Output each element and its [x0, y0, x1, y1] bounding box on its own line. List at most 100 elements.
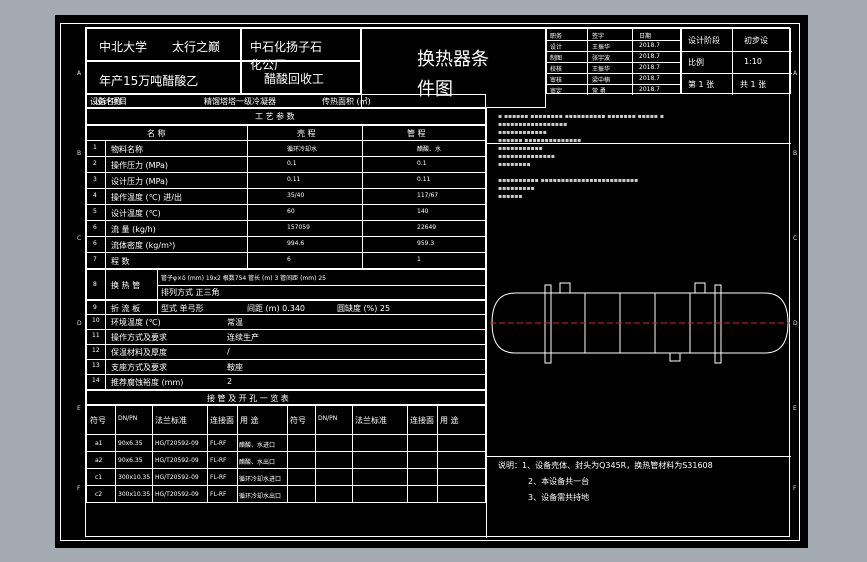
- nozzle-col-header: 连接面: [210, 416, 234, 425]
- nozzle-dn: 300x10.35: [118, 474, 151, 481]
- nozzle-row: a1 90x6.35 HG/T20592-09 FL-RF 醋酸、水进口: [86, 435, 486, 452]
- param-shell: 循环冷却水: [287, 146, 318, 153]
- school-name: 中北大学: [99, 40, 148, 54]
- param-tube: 0.1: [417, 160, 427, 167]
- param-tube: 959.3: [417, 240, 435, 247]
- misc-value: 连续生产: [227, 333, 259, 342]
- note-item: 2、本设备共一台: [528, 477, 590, 486]
- baffle-type: 型式 单弓形: [161, 304, 204, 313]
- nozzle-col-header: DN/PN: [118, 415, 138, 422]
- param-row: 5 设计温度 (℃) 60 140: [86, 205, 486, 221]
- nozzle-face: FL-RF: [210, 491, 227, 498]
- param-no: 1: [93, 144, 97, 151]
- param-tube: 22649: [417, 224, 437, 231]
- nozzle-std: HG/T20592-09: [155, 474, 199, 481]
- nozzle-row: c1 300x10.35 HG/T20592-09 FL-RF 循环冷却水进口: [86, 469, 486, 486]
- note-item: 3、设备需共持地: [528, 493, 590, 502]
- sheet-label: 第 1 张: [688, 80, 715, 89]
- nozzle-col-header: 连接面: [410, 416, 434, 425]
- zone-letter-left-c: C: [77, 235, 82, 242]
- scale-value: 1:10: [744, 57, 762, 66]
- nozzle-use: 醋酸、水出口: [239, 459, 276, 466]
- signature-date: 2018.7: [639, 42, 660, 49]
- param-tube: 1: [417, 256, 421, 263]
- col-name: 名 称: [147, 129, 166, 138]
- nozzle-col-header: 用 途: [440, 416, 459, 425]
- signature-date: 2018.7: [639, 86, 660, 93]
- misc-name: 环境温度 (℃): [111, 318, 161, 327]
- zone-letter-right-b: B: [793, 150, 798, 157]
- total-label: 共 1 张: [740, 80, 767, 89]
- nozzle-row: c2 300x10.35 HG/T20592-09 FL-RF 循环冷却水出口: [86, 486, 486, 503]
- param-tube: 0.11: [417, 176, 431, 183]
- nozzle-use: 循环冷却水进口: [239, 476, 282, 483]
- nozzle-dn: 90x6.35: [118, 440, 143, 447]
- stage-label: 设计阶段: [688, 36, 720, 45]
- signature-date: 2018.7: [639, 53, 660, 60]
- zone-letter-right-e: E: [793, 405, 797, 412]
- param-shell: 0.11: [287, 176, 301, 183]
- param-row: 6 流体密度 (kg/m³) 994.6 959.3: [86, 237, 486, 253]
- signature-role: 校核: [550, 66, 563, 73]
- misc-name: 推荐腐蚀裕度 (mm): [111, 378, 184, 387]
- misc-value: 2: [227, 377, 233, 386]
- param-name: 流体密度 (kg/m³): [111, 241, 176, 250]
- nozzle-dn: 300x10.35: [118, 491, 151, 498]
- param-no: 4: [93, 192, 97, 199]
- process-col-header: 名 称 壳 程 管 程: [86, 125, 486, 141]
- misc-row: 12 保温材料及厚度 /: [86, 345, 486, 360]
- col-tube: 管 程: [407, 129, 426, 138]
- nozzle-face: FL-RF: [210, 474, 227, 481]
- param-tube: 140: [417, 208, 429, 215]
- zone-letter-right-f: F: [793, 485, 797, 492]
- scale-label: 比例: [688, 58, 704, 67]
- author-line: 太行之巅: [172, 40, 221, 54]
- param-name: 操作压力 (MPa): [111, 161, 169, 170]
- signature-role: 制图: [550, 55, 563, 62]
- signature-role: 设计: [550, 44, 563, 51]
- nozzle-col-header: 符号: [90, 416, 106, 425]
- param-tube: 醋酸、水: [417, 146, 442, 153]
- nozzle-row: a2 90x6.35 HG/T20592-09 FL-RF 醋酸、水出口: [86, 452, 486, 469]
- nozzle-col-header: 符号 DN/PN 法兰标准 连接面用 途符号 DN/PN 法兰标准 连接面用 途: [86, 405, 486, 435]
- notes-top-text: ▪ ▪▪▪▪▪▪ ▪▪▪▪▪▪▪▪ ▪▪▪▪▪▪▪▪▪▪ ▪▪▪▪▪▪▪ ▪▪▪…: [498, 113, 664, 200]
- baffle-spacing: 间距 (m) 0.340: [247, 304, 306, 313]
- param-shell: 6: [287, 256, 291, 263]
- stage-block: 设计阶段 初步设 比例 1:10 第 1 张 共 1 张: [681, 28, 792, 95]
- tube-line2: 排列方式 正三角: [161, 288, 220, 297]
- signature-date: 日期: [639, 33, 652, 40]
- signature-table: 职务 签字 日期 设计 王振华 2018.7 制图 张宇波 2018.7 校核 王振华 2018.7 审…: [546, 28, 682, 95]
- zone-letter-left-d: D: [77, 320, 82, 327]
- baffle-no: 9: [93, 304, 97, 311]
- nozzle-col-header: 法兰标准: [155, 416, 187, 425]
- nozzle-face: FL-RF: [210, 440, 227, 447]
- signature-name: 王振华: [592, 66, 611, 73]
- drawing-inner-border: 中北大学 太行之巅 中石化扬子石 年产15万吨醋酸乙 化公厂 醋酸回收工 换热器…: [85, 27, 792, 538]
- baffle-label: 折 流 板: [111, 304, 141, 313]
- equipment-label: 设备名称: [90, 97, 122, 106]
- tube-no: 8: [93, 281, 97, 288]
- nozzle-face: FL-RF: [210, 457, 227, 464]
- drawing-canvas: A B C D E F A B C D E F 中北大学 太行之巅 中石化扬子石…: [55, 15, 808, 548]
- signature-name: 梁中楠: [592, 77, 611, 84]
- signature-date: 2018.7: [639, 75, 660, 82]
- drawing-name-1: 换热器条: [417, 49, 489, 70]
- heat-exchanger-drawing: [490, 282, 790, 364]
- param-shell: 35/40: [287, 192, 305, 199]
- nozzle-use: 醋酸、水进口: [239, 442, 276, 449]
- nozzle-col-header: 符号: [290, 416, 306, 425]
- tube-label: 换 热 管: [111, 281, 141, 290]
- param-name: 设计温度 (℃): [111, 209, 161, 218]
- equipment-row: 设计项目 设备名称 精馏塔塔一级冷凝器 传热面积 (㎡): [86, 94, 486, 108]
- param-name: 物料名称: [111, 145, 143, 154]
- param-row: 4 操作温度 (℃) 进/出 35/40 117/67: [86, 189, 486, 205]
- misc-no: 10: [92, 317, 100, 324]
- param-shell: 157059: [287, 224, 310, 231]
- misc-name: 保温材料及厚度: [111, 348, 167, 357]
- nozzle-header-text: 接 管 及 开 孔 一 览 表: [207, 394, 289, 403]
- param-shell: 994.6: [287, 240, 305, 247]
- nozzle-sym: c2: [95, 491, 103, 498]
- stage-value: 初步设: [744, 36, 768, 45]
- tube-row: 8 换 热 管 管子φ×δ (mm) 19x2 根数754 管长 (m) 3 管…: [86, 269, 487, 300]
- param-no: 3: [93, 176, 97, 183]
